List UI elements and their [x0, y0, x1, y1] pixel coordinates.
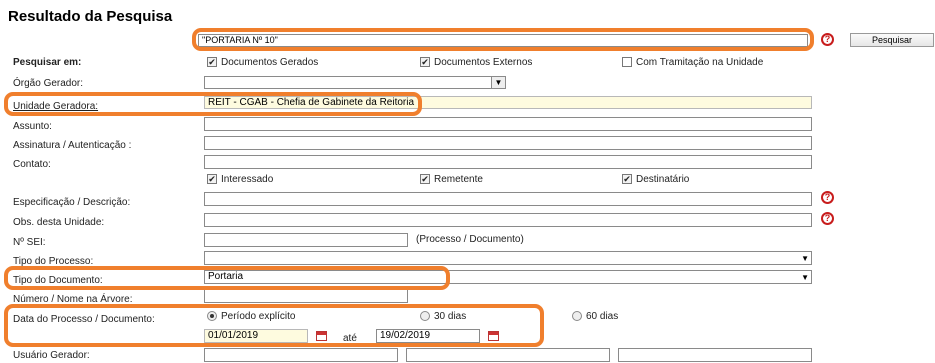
search-in-label: Pesquisar em: [13, 57, 82, 68]
unidade-geradora-label: Unidade Geradora: [13, 101, 99, 112]
radio-selected[interactable] [207, 311, 217, 322]
especificacao-label: Especificação / Descrição: [13, 197, 131, 208]
date-to-label: até [343, 333, 357, 344]
search-input[interactable]: "PORTARIA Nº 10" [198, 34, 808, 47]
checkbox-remetente[interactable]: ✔ Remetente [420, 174, 483, 185]
contato-label: Contato: [13, 159, 51, 170]
usuario-gerador-input-3[interactable] [618, 348, 812, 362]
contato-input[interactable] [204, 155, 812, 169]
search-button[interactable]: Pesquisar [850, 33, 934, 47]
obs-unidade-label: Obs. desta Unidade: [13, 217, 105, 228]
radio-30-dias[interactable]: 30 dias [420, 311, 466, 322]
num-sei-label: Nº SEI: [13, 237, 46, 248]
check-icon[interactable]: ✔ [420, 174, 430, 185]
checkbox-empty[interactable] [622, 57, 632, 68]
tipo-documento-select[interactable]: Portaria ▼ [204, 270, 812, 284]
numero-nome-label: Número / Nome na Árvore: [13, 294, 133, 305]
orgao-gerador-label: Órgão Gerador: [13, 78, 84, 89]
check-icon[interactable]: ✔ [207, 174, 217, 185]
chevron-down-icon[interactable]: ▼ [801, 252, 809, 264]
date-to-input[interactable]: 19/02/2019 [376, 329, 480, 343]
tipo-processo-select[interactable]: ▼ [204, 251, 812, 265]
radio-unselected[interactable] [420, 311, 430, 322]
numero-nome-input[interactable] [204, 289, 408, 303]
help-icon[interactable]: ? [821, 191, 834, 204]
obs-unidade-input[interactable] [204, 213, 812, 227]
unidade-geradora-input[interactable]: REIT - CGAB - Chefia de Gabinete da Reit… [204, 96, 812, 109]
check-icon[interactable]: ✔ [207, 57, 217, 68]
calendar-icon[interactable] [316, 331, 327, 341]
assinatura-input[interactable] [204, 136, 812, 150]
calendar-icon[interactable] [488, 331, 499, 341]
orgao-gerador-select[interactable]: ▼ [204, 76, 506, 89]
assinatura-label: Assinatura / Autenticação : [13, 140, 132, 151]
help-icon[interactable]: ? [821, 33, 834, 46]
num-sei-hint: (Processo / Documento) [416, 234, 524, 245]
usuario-gerador-input-1[interactable] [204, 348, 398, 362]
assunto-label: Assunto: [13, 121, 52, 132]
checkbox-interessado[interactable]: ✔ Interessado [207, 174, 273, 185]
checkbox-documentos-externos[interactable]: ✔ Documentos Externos [420, 57, 532, 68]
checkbox-com-tramitacao[interactable]: Com Tramitação na Unidade [622, 57, 763, 68]
radio-60-dias[interactable]: 60 dias [572, 311, 618, 322]
especificacao-input[interactable] [204, 192, 812, 206]
data-label: Data do Processo / Documento: [13, 314, 155, 325]
usuario-gerador-input-2[interactable] [406, 348, 610, 362]
page-title: Resultado da Pesquisa [8, 8, 173, 25]
num-sei-input[interactable] [204, 233, 408, 247]
tipo-processo-label: Tipo do Processo: [13, 256, 94, 267]
check-icon[interactable]: ✔ [420, 57, 430, 68]
checkbox-destinatario[interactable]: ✔ Destinatário [622, 174, 689, 185]
chevron-down-icon[interactable]: ▼ [491, 77, 505, 88]
radio-periodo-explicito[interactable]: Período explícito [207, 311, 296, 322]
assunto-input[interactable] [204, 117, 812, 131]
date-from-input[interactable]: 01/01/2019 [204, 329, 308, 343]
help-icon[interactable]: ? [821, 212, 834, 225]
checkbox-documentos-gerados[interactable]: ✔ Documentos Gerados [207, 57, 318, 68]
tipo-documento-label: Tipo do Documento: [13, 275, 103, 286]
usuario-gerador-label: Usuário Gerador: [13, 350, 90, 361]
radio-unselected[interactable] [572, 311, 582, 322]
check-icon[interactable]: ✔ [622, 174, 632, 185]
chevron-down-icon[interactable]: ▼ [801, 271, 809, 283]
